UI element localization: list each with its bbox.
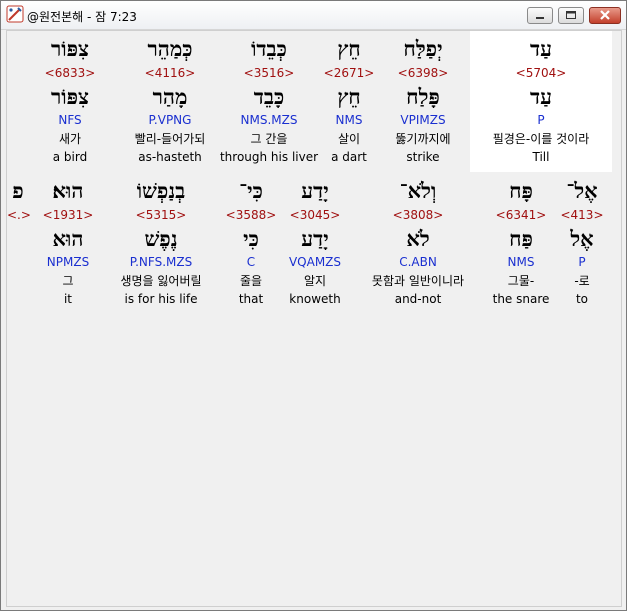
morphology: NMS	[507, 255, 535, 269]
hebrew-word: הוּא׃	[52, 178, 84, 203]
english-gloss: that	[238, 292, 264, 306]
morphology: NPMZS	[46, 255, 90, 269]
strong-number[interactable]: <1931>	[37, 208, 99, 222]
interlinear-panel: צִפּוֹר <6833> צִפּוֹר NFS 새가 a bird כְּ…	[6, 30, 622, 607]
korean-gloss: 못함과 일반이니라	[371, 274, 465, 288]
hebrew-lemma: לֹא	[406, 226, 430, 251]
korean-gloss: 그	[62, 274, 74, 288]
english-gloss: and-not	[394, 292, 442, 306]
strong-number[interactable]: <.>	[7, 208, 31, 222]
hebrew-word: אֶל־	[566, 178, 598, 203]
english-gloss: the snare	[492, 292, 550, 306]
hebrew-lemma: יָדַע	[301, 226, 329, 251]
word-13[interactable]: פָּח <6341> פַּח NMS 그물- the snare	[489, 31, 553, 311]
word-9[interactable]: בְנַפְשׁוֹ <5315> נֶפֶשׁ P.NFS.MZS 생명을 잃…	[105, 31, 217, 311]
english-gloss: to	[575, 292, 589, 306]
hebrew-lemma: הוּא	[52, 226, 84, 251]
hebrew-word: כִּי־	[239, 178, 263, 203]
word-8[interactable]: הוּא׃ <1931> הוּא NPMZS 그 it	[37, 31, 99, 311]
hebrew-lemma: אֶל	[570, 226, 594, 251]
word-10[interactable]: כִּי־ <3588> כִּי C 줄을 that	[221, 31, 281, 311]
strong-number[interactable]: <5315>	[105, 208, 217, 222]
korean-gloss: 알지	[303, 274, 327, 288]
minimize-button[interactable]	[527, 7, 553, 24]
morphology: P.NFS.MZS	[129, 255, 193, 269]
word-12[interactable]: וְלֹא־ <3808> לֹא C.ABN 못함과 일반이니라 and-no…	[353, 31, 483, 311]
hebrew-lemma: פַּח	[509, 226, 533, 251]
window-title: @원전본해 - 잠 7:23	[27, 10, 137, 24]
word-7[interactable]: פ <.>	[7, 31, 31, 311]
word-11[interactable]: יָדַע <3045> יָדַע VQAMZS 알지 knoweth	[282, 31, 348, 311]
maximize-icon	[566, 11, 576, 19]
korean-gloss: 생명을 잃어버릴	[120, 274, 202, 288]
minimize-icon	[536, 17, 544, 19]
word-14[interactable]: אֶל־ <413> אֶל P -로 to	[557, 31, 607, 311]
strong-number[interactable]: <413>	[557, 208, 607, 222]
hebrew-word: בְנַפְשׁוֹ	[136, 178, 186, 203]
korean-gloss: -로	[574, 274, 590, 288]
strong-number[interactable]: <3808>	[353, 208, 483, 222]
hebrew-word: וְלֹא־	[399, 178, 437, 203]
close-button[interactable]	[589, 7, 621, 24]
app-pen-icon[interactable]	[6, 5, 24, 23]
strong-number[interactable]: <3045>	[282, 208, 348, 222]
title-bar[interactable]: @원전본해 - 잠 7:23	[1, 1, 626, 30]
english-gloss: is for his life	[124, 292, 198, 306]
morphology: P	[578, 255, 586, 269]
close-icon	[600, 10, 610, 20]
strong-number[interactable]: <3588>	[221, 208, 281, 222]
english-gloss: knoweth	[289, 292, 341, 306]
english-gloss: it	[63, 292, 73, 306]
hebrew-word: פָּח	[509, 178, 533, 203]
hebrew-lemma: נֶפֶשׁ	[144, 226, 178, 251]
korean-gloss: 그물-	[507, 274, 535, 288]
korean-gloss: 줄을	[239, 274, 263, 288]
strong-number[interactable]: <6341>	[489, 208, 553, 222]
morphology: C.ABN	[399, 255, 437, 269]
morphology: C	[246, 255, 256, 269]
maximize-button[interactable]	[558, 7, 584, 24]
app-window: @원전본해 - 잠 7:23 צִפּוֹר <6833> צִפּוֹר NF…	[0, 0, 627, 611]
hebrew-word: פ	[12, 178, 24, 203]
hebrew-word: יָדַע	[301, 178, 329, 203]
hebrew-lemma: כִּי	[243, 226, 259, 251]
morphology: VQAMZS	[288, 255, 342, 269]
